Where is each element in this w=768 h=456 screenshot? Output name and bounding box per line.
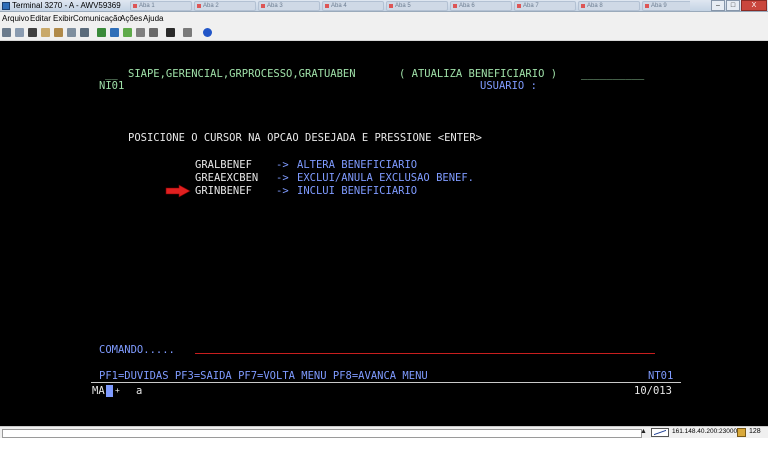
taskbar-tab[interactable]: Aba 7: [514, 1, 576, 11]
stop-icon[interactable]: [110, 28, 119, 37]
close-button[interactable]: X: [741, 0, 767, 11]
lock-icon: [737, 428, 746, 437]
copy-icon[interactable]: [15, 28, 24, 37]
window-title: Terminal 3270 - A - AWV59369: [12, 1, 121, 10]
option-code[interactable]: GREAEXCBEN: [195, 172, 258, 184]
taskbar-tab[interactable]: Aba 6: [450, 1, 512, 11]
paste-special-icon[interactable]: [54, 28, 63, 37]
option-arrow: ->: [276, 172, 289, 184]
status-bar: ▲ 161.148.40.200:23000 128: [0, 426, 768, 438]
menu-acoes[interactable]: Ações: [120, 14, 142, 23]
instruction-text: POSICIONE O CURSOR NA OPCAO DESEJADA E P…: [128, 132, 483, 144]
header-underline: __________: [581, 68, 645, 80]
status-count: 128: [749, 428, 761, 435]
terminal-screen[interactable]: __ SIAPE,GERENCIAL,GRPROCESSO,GRATUABEN …: [0, 41, 768, 426]
minimize-button[interactable]: –: [711, 0, 725, 11]
header-title: ( ATUALIZA BENEFICIARIO ): [399, 68, 558, 80]
taskbar-tab[interactable]: Aba 3: [258, 1, 320, 11]
maximize-button[interactable]: □: [726, 0, 740, 11]
option-arrow: ->: [276, 159, 289, 171]
red-arrow-pointer-icon: [165, 184, 191, 198]
host-address: 161.148.40.200:23000: [672, 428, 738, 435]
horizontal-scrollbar[interactable]: [2, 429, 642, 438]
terminal-cursor: [106, 385, 113, 397]
menu-bar: Arquivo Editar Exibir Comunicação Ações …: [0, 12, 768, 25]
up-arrow-icon[interactable]: ▲: [640, 428, 647, 435]
taskbar-tab[interactable]: Aba 4: [322, 1, 384, 11]
receive-icon[interactable]: [183, 28, 192, 37]
menu-editar[interactable]: Editar: [30, 14, 51, 23]
comando-input-field[interactable]: [195, 353, 655, 354]
paste-icon[interactable]: [41, 28, 50, 37]
header-prefix: __: [105, 68, 118, 80]
title-bar: Terminal 3270 - A - AWV59369 Aba 1 Aba 2…: [0, 0, 768, 12]
menu-exibir[interactable]: Exibir: [53, 14, 73, 23]
record-icon[interactable]: [97, 28, 106, 37]
taskbar-tab[interactable]: Aba 1: [130, 1, 192, 11]
taskbar-tab[interactable]: Aba 8: [578, 1, 640, 11]
screen-id: NI01: [99, 80, 125, 92]
taskbar-tab[interactable]: Aba 9: [642, 1, 690, 11]
send-icon[interactable]: [166, 28, 175, 37]
select-all-icon[interactable]: [67, 28, 76, 37]
terminal-app-icon: [2, 2, 10, 10]
help-icon[interactable]: [203, 28, 212, 37]
print-icon[interactable]: [2, 28, 11, 37]
header-path: SIAPE,GERENCIAL,GRPROCESSO,GRATUABEN: [128, 68, 356, 80]
taskbar-tab[interactable]: Aba 2: [194, 1, 256, 11]
window-bottom-margin: [0, 438, 768, 456]
option-code[interactable]: GRINBENEF: [195, 185, 252, 197]
option-description: ALTERA BENEFICIARIO: [297, 159, 418, 171]
oia-input-mode: a: [136, 385, 143, 397]
cursor-position: 10/013: [634, 385, 672, 397]
menu-ajuda[interactable]: Ajuda: [143, 14, 163, 23]
oia-status: MA: [92, 385, 105, 397]
menu-comunicacao[interactable]: Comunicação: [73, 14, 122, 23]
menu-arquivo[interactable]: Arquivo: [2, 14, 29, 23]
keyboard-icon[interactable]: [149, 28, 158, 37]
play-icon[interactable]: [123, 28, 132, 37]
oia-plus: +: [115, 386, 120, 395]
taskbar-tab[interactable]: Aba 5: [386, 1, 448, 11]
usuario-label: USUARIO :: [480, 80, 537, 92]
option-description: EXCLUI/ANULA EXCLUSAO BENEF.: [297, 172, 475, 184]
pf-keys-legend: PF1=DUVIDAS PF3=SAIDA PF7=VOLTA MENU PF8…: [99, 370, 428, 382]
comando-label: COMANDO.....: [99, 344, 175, 356]
cut-icon[interactable]: [28, 28, 37, 37]
option-arrow: ->: [276, 185, 289, 197]
macro-icon[interactable]: [80, 28, 89, 37]
terminal-id: NT01: [648, 370, 674, 382]
oia-separator: [91, 382, 681, 383]
background-taskbar-tabs: Aba 1 Aba 2 Aba 3 Aba 4 Aba 5 Aba 6 Aba …: [130, 1, 690, 11]
option-code[interactable]: GRALBENEF: [195, 159, 252, 171]
settings-icon[interactable]: [136, 28, 145, 37]
option-description: INCLUI BENEFICIARIO: [297, 185, 418, 197]
toolbar: [0, 25, 768, 41]
network-connection-icon: [651, 428, 669, 437]
